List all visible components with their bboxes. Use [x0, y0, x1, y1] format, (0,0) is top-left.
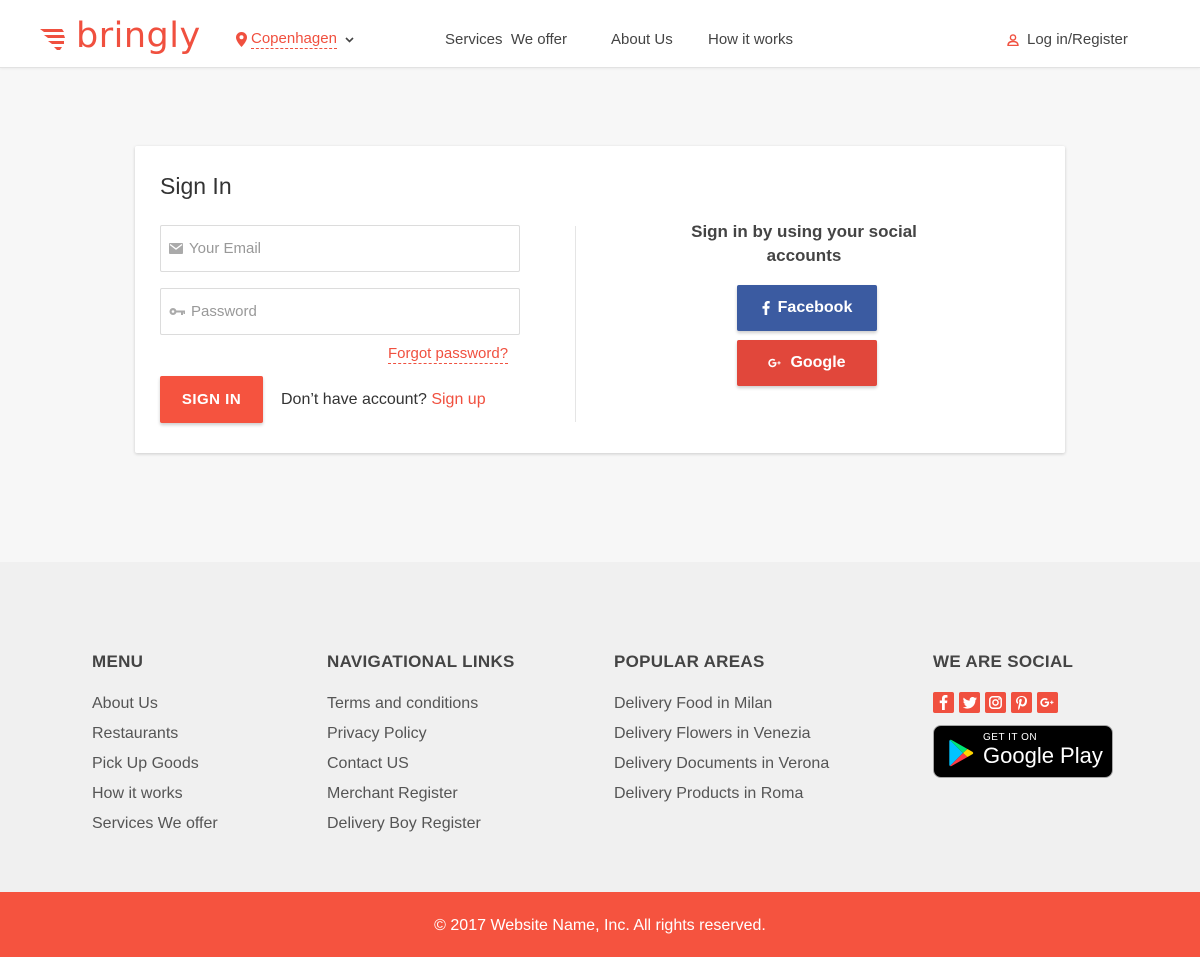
email-field[interactable]: [160, 225, 520, 272]
footer-link[interactable]: Delivery Boy Register: [327, 814, 515, 844]
login-register-link[interactable]: Log in/Register: [1007, 31, 1128, 48]
facebook-icon[interactable]: [933, 692, 954, 713]
social-signin-title: Sign in by using your social accounts: [691, 222, 917, 265]
location-label: Copenhagen: [251, 30, 337, 49]
google-signin-button[interactable]: Google: [737, 340, 877, 386]
footer-social-title: WE ARE SOCIAL: [933, 652, 1074, 671]
footer-link[interactable]: About Us: [92, 694, 218, 724]
signin-card: Sign In Forgot password? SIGN IN Don’t h…: [135, 146, 1065, 453]
vertical-divider: [575, 226, 576, 422]
envelope-icon: [169, 243, 183, 254]
play-badge-big-text: Google Play: [983, 743, 1103, 768]
footer-link[interactable]: Contact US: [327, 754, 515, 784]
wing-logo-icon: [40, 29, 65, 50]
location-selector[interactable]: Copenhagen: [236, 30, 354, 49]
footer-nav-title: NAVIGATIONAL LINKS: [327, 652, 515, 671]
login-label: Log in/Register: [1027, 31, 1128, 48]
bringly-logo[interactable]: bringly: [40, 18, 201, 58]
footer-navigational-column: NAVIGATIONAL LINKS Terms and conditions …: [327, 652, 515, 844]
footer-link[interactable]: Delivery Products in Roma: [614, 784, 829, 814]
email-input[interactable]: [189, 240, 489, 257]
footer-areas-title: POPULAR AREAS: [614, 652, 765, 671]
play-store-icon: [949, 739, 974, 767]
instagram-icon[interactable]: [985, 692, 1006, 713]
social-icons: [933, 692, 1113, 713]
page-title: Sign In: [160, 173, 232, 199]
copyright-bar: © 2017 Website Name, Inc. All rights res…: [0, 892, 1200, 957]
map-pin-icon: [236, 32, 247, 47]
footer-link[interactable]: Services We offer: [92, 814, 218, 844]
twitter-icon[interactable]: [959, 692, 980, 713]
chevron-down-icon: [345, 36, 354, 43]
sign-up-link[interactable]: Sign up: [431, 391, 485, 408]
footer-link[interactable]: Delivery Flowers in Venezia: [614, 724, 829, 754]
password-field[interactable]: [160, 288, 520, 335]
facebook-signin-button[interactable]: Facebook: [737, 285, 877, 331]
site-header: bringly Copenhagen Services We offer Abo…: [0, 0, 1200, 68]
footer-link[interactable]: Merchant Register: [327, 784, 515, 814]
play-badge-small-text: GET IT ON: [983, 732, 1038, 743]
logo-text: bringly: [76, 15, 201, 56]
copyright-text: © 2017 Website Name, Inc. All rights res…: [434, 917, 766, 934]
footer-link[interactable]: Pick Up Goods: [92, 754, 218, 784]
key-icon: [169, 308, 185, 315]
footer-social-column: WE ARE SOCIAL GET IT ON Google Play: [933, 652, 1113, 778]
footer-link[interactable]: How it works: [92, 784, 218, 814]
footer-popular-areas-column: POPULAR AREAS Delivery Food in Milan Del…: [614, 652, 829, 814]
forgot-password-link[interactable]: Forgot password?: [388, 345, 509, 364]
google-play-badge[interactable]: GET IT ON Google Play: [933, 725, 1113, 778]
user-icon: [1007, 33, 1019, 46]
no-account-text: Don’t have account?: [281, 391, 427, 408]
footer-link[interactable]: Delivery Food in Milan: [614, 694, 829, 724]
google-plus-icon: [768, 358, 782, 368]
nav-how-it-works[interactable]: How it works: [708, 31, 793, 48]
password-input[interactable]: [191, 303, 491, 320]
footer-menu-title: MENU: [92, 652, 144, 671]
footer-link[interactable]: Delivery Documents in Verona: [614, 754, 829, 784]
facebook-icon: [762, 301, 770, 315]
footer-menu-column: MENU About Us Restaurants Pick Up Goods …: [92, 652, 218, 844]
footer-link[interactable]: Restaurants: [92, 724, 218, 754]
google-plus-icon[interactable]: [1037, 692, 1058, 713]
sign-in-button[interactable]: SIGN IN: [160, 376, 263, 423]
signup-prompt: Don’t have account? Sign up: [281, 391, 486, 409]
google-label: Google: [790, 354, 846, 371]
facebook-label: Facebook: [777, 299, 853, 316]
pinterest-icon[interactable]: [1011, 692, 1032, 713]
footer-link[interactable]: Terms and conditions: [327, 694, 515, 724]
site-footer: MENU About Us Restaurants Pick Up Goods …: [0, 562, 1200, 892]
nav-services[interactable]: Services We offer: [445, 31, 567, 48]
footer-link[interactable]: Privacy Policy: [327, 724, 515, 754]
nav-about-us[interactable]: About Us: [611, 31, 673, 48]
